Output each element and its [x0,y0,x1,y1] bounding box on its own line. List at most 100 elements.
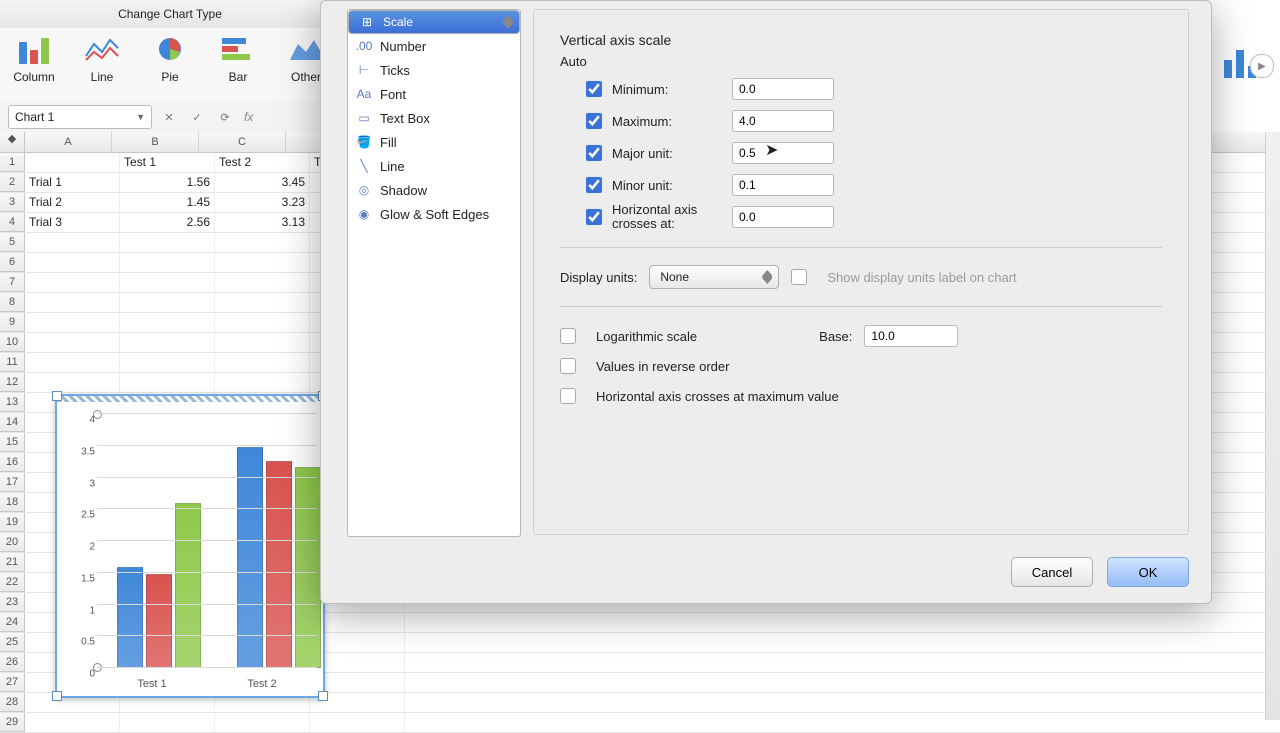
category-line[interactable]: ╲Line [348,154,520,178]
cell[interactable]: 3.45 [215,173,310,192]
cell[interactable] [215,333,310,352]
cell[interactable]: 3.23 [215,193,310,212]
vertical-scrollbar[interactable] [1265,132,1280,720]
crosses-auto-checkbox[interactable] [586,209,602,225]
bar[interactable] [295,467,321,668]
select-all-corner[interactable]: ◆ [0,132,25,152]
cell[interactable]: 3.13 [215,213,310,232]
category-scale[interactable]: ⊞Scale [348,10,520,34]
minor-unit-input[interactable] [732,174,834,196]
cell[interactable]: Trial 2 [25,193,120,212]
ribbon-line[interactable]: Line [68,28,136,102]
cell[interactable] [25,353,120,372]
cell[interactable] [215,313,310,332]
row-header[interactable]: 19 [0,513,25,532]
col-header[interactable]: C [199,132,286,152]
row-header[interactable]: 27 [0,673,25,692]
cell[interactable] [215,273,310,292]
category-shadow[interactable]: ◎Shadow [348,178,520,202]
cell[interactable] [120,333,215,352]
maximum-auto-checkbox[interactable] [586,113,602,129]
log-base-input[interactable] [864,325,958,347]
bar[interactable] [175,503,201,668]
cell[interactable]: 1.56 [120,173,215,192]
cross-max-checkbox[interactable] [560,388,576,404]
category-glow-soft-edges[interactable]: ◉Glow & Soft Edges [348,202,520,226]
cell[interactable] [25,313,120,332]
plot-handle-icon[interactable] [93,410,102,419]
resize-handle-icon[interactable] [52,391,62,401]
display-units-select[interactable]: None [649,265,779,289]
row-header[interactable]: 23 [0,593,25,612]
category-fill[interactable]: 🪣Fill [348,130,520,154]
cell[interactable] [120,313,215,332]
minimum-input[interactable] [732,78,834,100]
cell[interactable] [120,373,215,392]
row-header[interactable]: 6 [0,253,25,272]
col-header[interactable]: A [25,132,112,152]
row-header[interactable]: 13 [0,393,25,412]
refresh-icon[interactable]: ⟳ [214,106,236,128]
minor-unit-auto-checkbox[interactable] [586,177,602,193]
major-unit-auto-checkbox[interactable] [586,145,602,161]
play-icon[interactable]: ▶ [1250,54,1274,78]
cell[interactable] [215,253,310,272]
category-font[interactable]: AaFont [348,82,520,106]
cell[interactable] [25,153,120,172]
name-box[interactable]: Chart 1 ▼ [8,105,152,129]
cell[interactable] [25,333,120,352]
row-header[interactable]: 10 [0,333,25,352]
cell[interactable] [215,233,310,252]
ok-button[interactable]: OK [1107,557,1189,587]
cell[interactable]: Trial 3 [25,213,120,232]
cell[interactable] [120,353,215,372]
cell[interactable] [120,233,215,252]
cell[interactable] [215,713,310,732]
embedded-chart[interactable]: 00.511.522.533.54 Test 1Test 2 [55,394,325,698]
cancel-button[interactable]: Cancel [1011,557,1093,587]
row-header[interactable]: 11 [0,353,25,372]
row-header[interactable]: 22 [0,573,25,592]
cell[interactable] [120,273,215,292]
row-header[interactable]: 15 [0,433,25,452]
category-ticks[interactable]: ⊢Ticks [348,58,520,82]
cell[interactable]: Trial 1 [25,173,120,192]
row-header[interactable]: 17 [0,473,25,492]
row-header[interactable]: 14 [0,413,25,432]
row-header[interactable]: 16 [0,453,25,472]
resize-handle-icon[interactable] [318,691,328,701]
col-header[interactable]: B [112,132,199,152]
cell[interactable] [25,253,120,272]
cell[interactable]: 1.45 [120,193,215,212]
row-header[interactable]: 21 [0,553,25,572]
cell[interactable] [215,353,310,372]
resize-handle-icon[interactable] [52,691,62,701]
row-header[interactable]: 3 [0,193,25,212]
row-header[interactable]: 26 [0,653,25,672]
ribbon-bar[interactable]: Bar [204,28,272,102]
cancel-formula-icon[interactable]: ✕ [158,106,180,128]
row-header[interactable]: 9 [0,313,25,332]
row-header[interactable]: 20 [0,533,25,552]
cell[interactable] [215,373,310,392]
accept-formula-icon[interactable]: ✓ [186,106,208,128]
ribbon-column[interactable]: Column [0,28,68,102]
cell[interactable]: 2.56 [120,213,215,232]
cell[interactable]: Test 1 [120,153,215,172]
maximum-input[interactable] [732,110,834,132]
bar[interactable] [266,461,292,668]
cell[interactable] [120,713,215,732]
cell[interactable] [25,273,120,292]
row-header[interactable]: 1 [0,153,25,172]
row-header[interactable]: 18 [0,493,25,512]
row-header[interactable]: 28 [0,693,25,712]
row-header[interactable]: 4 [0,213,25,232]
cell[interactable] [25,373,120,392]
major-unit-input[interactable] [732,142,834,164]
row-header[interactable]: 2 [0,173,25,192]
row-header[interactable]: 24 [0,613,25,632]
cell[interactable] [120,253,215,272]
row-header[interactable]: 29 [0,713,25,732]
cell[interactable] [310,713,405,732]
ribbon-pie[interactable]: Pie [136,28,204,102]
